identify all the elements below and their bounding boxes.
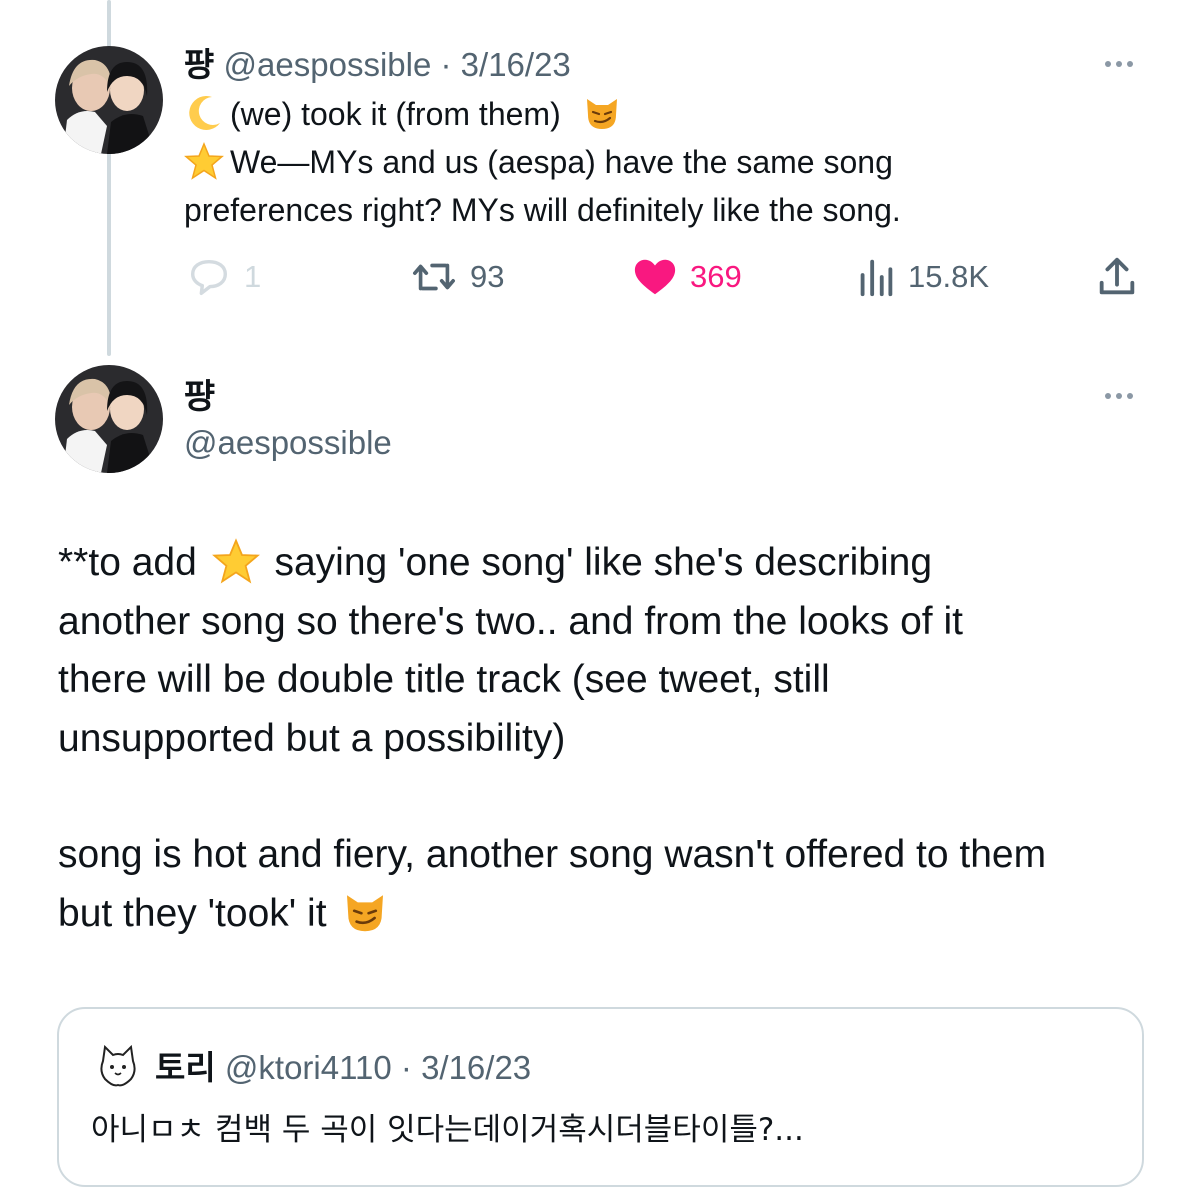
retweet-button[interactable]: 93 [410,252,504,302]
tweet-line-text: We—MYs and us (aespa) have the same song [230,144,893,180]
tweet-line-text: another song so there's two.. and from t… [58,599,963,643]
author-name[interactable]: 퍙 [184,376,215,418]
more-dot-icon [1105,393,1111,399]
more-dot-icon [1105,61,1111,67]
views-icon [860,259,893,297]
reply-button[interactable]: 1 [186,252,261,302]
quoted-author-name[interactable]: 토리 [155,1048,216,1087]
share-icon [1099,257,1135,295]
tweet-date[interactable]: 3/16/23 [461,46,571,83]
tweet-line: (we) took it (from them) [184,90,1144,138]
smirking-cat-emoji-icon [586,99,617,129]
tweet-line-text: preferences right? MYs will definitely l… [184,192,901,228]
tweet-line: song is hot and fiery, another song wasn… [58,826,1158,885]
quoted-author-handle[interactable]: @ktori4110 [225,1049,392,1086]
heart-icon [634,259,676,295]
author-handle[interactable]: @aespossible [184,422,392,464]
retweet-icon [413,263,455,291]
views-count: 15.8K [908,259,990,294]
retweet-count: 93 [470,259,505,294]
share-button[interactable] [1094,252,1140,302]
tweet-line: there will be double title track (see tw… [58,651,1158,710]
like-button[interactable]: 369 [632,252,742,302]
tweet-line: another song so there's two.. and from t… [58,593,1158,652]
crescent-moon-emoji-icon [189,95,220,130]
author-name[interactable]: 퍙 [184,45,214,84]
quoted-tweet-text: 아니ㅁㅊ 컴백 두 곡이 잇다는데이거혹시더블타이틀?... [91,1112,804,1148]
tweet-line: unsupported but a possibility) [58,710,1158,769]
reply-icon [190,259,228,296]
author-handle[interactable]: @aespossible [224,46,432,83]
tweet-line-text: song is hot and fiery, another song wasn… [58,833,1047,876]
tweet-line-text: saying 'one song' like she's describing [274,541,933,584]
main-tweet-text: **to add saying 'one song' like she's de… [58,534,1158,943]
quoted-tweet-card[interactable]: 토리 @ktori4110 · 3/16/23 아니ㅁㅊ 컴백 두 곡이 잇다는… [57,1007,1144,1187]
tweet-line: We—MYs and us (aespa) have the same song [184,138,1144,186]
cat-avatar-icon [93,1041,143,1091]
tweet-line: but they 'took' it [58,885,1158,944]
quoted-tweet-header: 토리 @ktori4110 · 3/16/23 [155,1047,531,1089]
tweet-line: preferences right? MYs will definitely l… [184,186,1144,234]
main-tweet-avatar[interactable] [55,365,163,473]
profile-photo-icon [55,46,163,154]
tweet-line-text: **to add [58,541,197,584]
reply-count: 1 [244,259,262,294]
tweet-line-text: there will be double title track (see tw… [58,658,830,701]
star-emoji-icon [211,538,260,584]
reply-tweet-header: 퍙 @aespossible · 3/16/23 [184,44,571,86]
reply-tweet-text: (we) took it (from them) We—MYs and us (… [184,90,1144,234]
tweet-line: **to add saying 'one song' like she's de… [58,534,1158,593]
views-button[interactable]: 15.8K [856,252,989,302]
like-count: 369 [690,259,742,294]
quoted-tweet-date[interactable]: 3/16/23 [421,1049,531,1086]
tweet-action-bar: 1 93 369 15.8K [186,252,1146,302]
more-options-button[interactable] [1099,386,1139,406]
profile-photo-icon [55,365,163,473]
tweet-line-text: (we) took it (from them) [230,96,561,132]
star-emoji-icon [184,142,224,180]
tweet-line-text: unsupported but a possibility) [58,716,566,760]
tweet-line-text: but they 'took' it [58,891,327,935]
quoted-tweet-avatar[interactable] [93,1041,143,1091]
reply-tweet-avatar[interactable] [55,46,163,154]
smirking-cat-emoji-icon [347,894,384,931]
separator-dot: · [440,46,452,83]
more-options-button[interactable] [1099,54,1139,74]
separator-dot: · [400,1049,412,1086]
